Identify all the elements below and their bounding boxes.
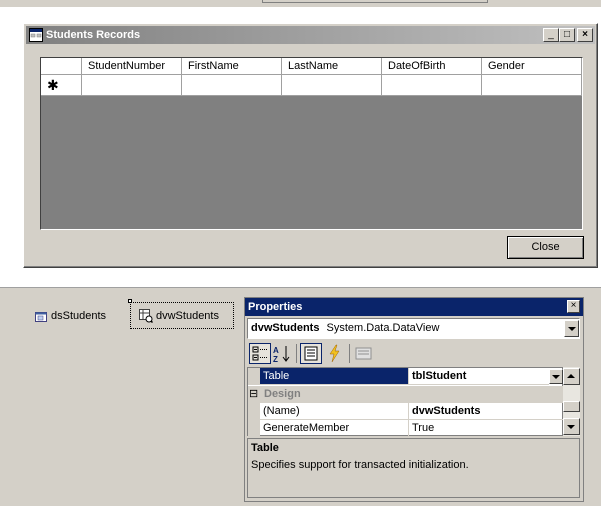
- property-value-dropdown[interactable]: [549, 369, 563, 384]
- designer-surface-edge: [0, 285, 601, 288]
- property-pages-icon[interactable]: [353, 343, 375, 364]
- form-title: Students Records: [46, 29, 141, 41]
- property-value-name[interactable]: dvwStudents: [408, 403, 563, 420]
- toolbar-separator: [296, 344, 297, 363]
- dataset-icon: [34, 309, 48, 323]
- column-header[interactable]: Gender: [482, 58, 582, 75]
- grid-cell[interactable]: [382, 75, 482, 96]
- properties-title[interactable]: Properties: [245, 298, 583, 316]
- collapse-icon[interactable]: ⊟: [249, 387, 260, 401]
- grid-corner-header[interactable]: [41, 58, 82, 75]
- new-row-marker[interactable]: ✱: [41, 75, 82, 96]
- grid-margin: [248, 403, 260, 420]
- grid-margin: [248, 420, 260, 437]
- object-selector-dropdown[interactable]: [564, 320, 579, 337]
- description-title: Table: [251, 442, 279, 454]
- scroll-up-button[interactable]: [563, 368, 580, 385]
- property-name-name[interactable]: (Name): [260, 403, 408, 420]
- property-name-table[interactable]: Table: [260, 368, 408, 385]
- svg-text:A: A: [273, 346, 279, 355]
- column-header[interactable]: LastName: [282, 58, 382, 75]
- properties-view-icon[interactable]: [300, 343, 322, 364]
- tray-item-dsstudents[interactable]: dsStudents: [51, 305, 106, 327]
- category-design[interactable]: Design: [248, 386, 563, 403]
- grid-cell[interactable]: [82, 75, 182, 96]
- events-icon[interactable]: [324, 343, 346, 364]
- alphabetical-icon[interactable]: A Z: [271, 343, 293, 364]
- properties-close-icon[interactable]: ×: [567, 300, 580, 313]
- column-header[interactable]: DateOfBirth: [382, 58, 482, 75]
- close-button[interactable]: Close: [507, 236, 584, 259]
- column-header[interactable]: StudentNumber: [82, 58, 182, 75]
- scroll-thumb[interactable]: [563, 401, 580, 412]
- dataview-icon: [139, 309, 154, 324]
- grid-cell[interactable]: [182, 75, 282, 96]
- toolbar-separator: [349, 344, 350, 363]
- tray-item-dvwstudents[interactable]: dvwStudents: [156, 305, 219, 327]
- grid-margin: [248, 368, 260, 385]
- categorized-icon[interactable]: [249, 343, 271, 364]
- tab-remnant: [262, 0, 488, 3]
- column-header[interactable]: FirstName: [182, 58, 282, 75]
- object-type: System.Data.DataView: [326, 322, 440, 334]
- resize-handle[interactable]: [128, 299, 132, 303]
- form-icon: [29, 28, 43, 42]
- property-name-generatemember[interactable]: GenerateMember: [260, 420, 408, 437]
- scroll-down-button[interactable]: [563, 418, 580, 435]
- maximize-button[interactable]: □: [559, 28, 575, 42]
- form-close-icon[interactable]: ×: [577, 28, 593, 42]
- grid-cell[interactable]: [482, 75, 582, 96]
- object-selector[interactable]: dvwStudents System.Data.DataView: [247, 318, 580, 339]
- property-value-table[interactable]: tblStudent: [408, 368, 549, 385]
- object-name: dvwStudents: [251, 322, 320, 334]
- minimize-button[interactable]: _: [543, 28, 559, 42]
- property-value-generatemember[interactable]: True: [408, 420, 563, 437]
- description-text: Specifies support for transacted initial…: [251, 459, 469, 471]
- grid-cell[interactable]: [282, 75, 382, 96]
- svg-text:Z: Z: [273, 355, 278, 364]
